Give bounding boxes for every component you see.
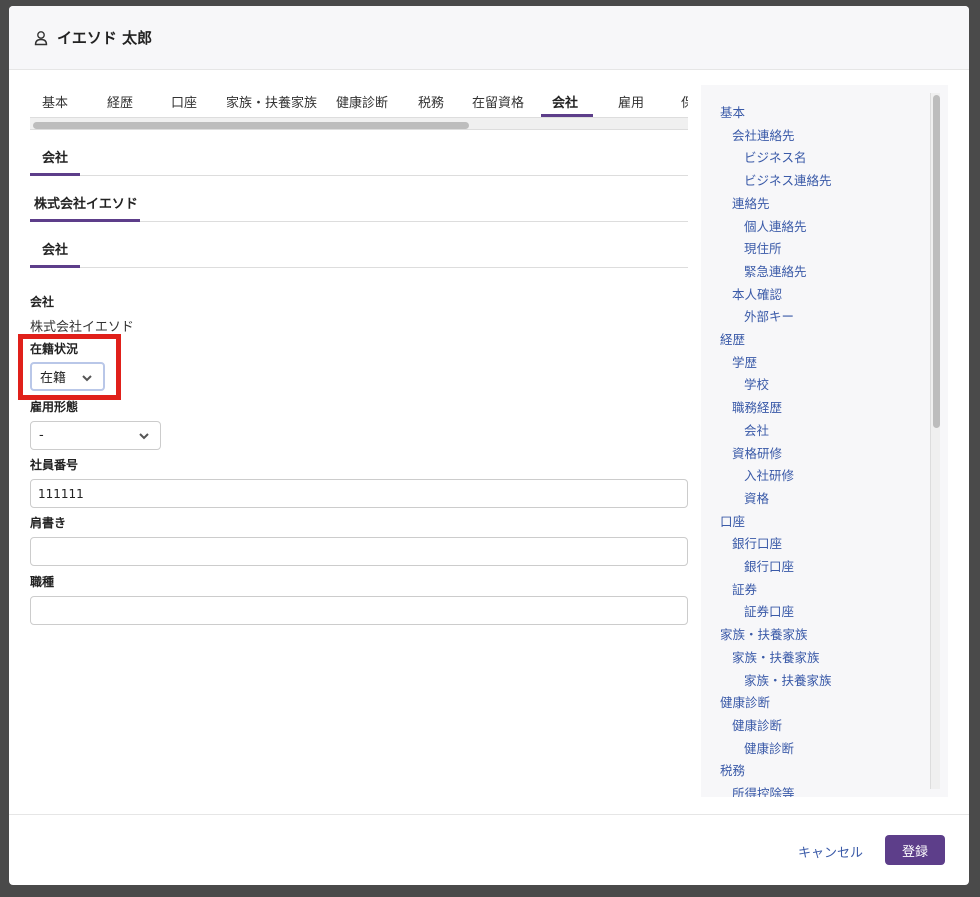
table-of-contents: 基本会社連絡先ビジネス名ビジネス連絡先連絡先個人連絡先現住所緊急連絡先本人確認外… [701, 85, 948, 797]
section-company-title: 会社 [42, 151, 69, 166]
chevron-down-icon [139, 433, 149, 440]
section-underline [30, 265, 80, 268]
tab-employment[interactable]: 雇用 [618, 92, 644, 111]
employee-number-label: 社員番号 [30, 458, 79, 472]
chevron-down-icon [82, 375, 92, 382]
employment-type-select-value: - [39, 428, 44, 443]
tab-bar: 基本 経歴 口座 家族・扶養家族 健康診断 税務 在留資格 会社 雇用 保 [30, 86, 688, 118]
toc-item[interactable]: 外部キー [744, 306, 794, 325]
job-type-input[interactable] [30, 596, 688, 625]
tab-family[interactable]: 家族・扶養家族 [226, 92, 317, 111]
form-column: 基本 経歴 口座 家族・扶養家族 健康診断 税務 在留資格 会社 雇用 保 会社… [30, 86, 688, 268]
toc-item[interactable]: 連絡先 [732, 193, 770, 212]
tab-insurance[interactable]: 保 [681, 92, 688, 111]
company-label: 会社 [30, 295, 55, 309]
toc-item[interactable]: 現住所 [744, 238, 782, 257]
toc-item[interactable]: 個人連絡先 [744, 216, 807, 235]
toc-item[interactable]: ビジネス名 [744, 147, 807, 166]
toc-item[interactable]: 会社 [744, 420, 769, 439]
section-company: 会社 [30, 130, 688, 176]
tab-scrollbar-thumb[interactable] [33, 122, 469, 129]
toc-scrollbar[interactable] [930, 93, 940, 789]
toc-item[interactable]: 学歴 [732, 352, 757, 371]
title-input[interactable] [30, 537, 688, 566]
tab-health[interactable]: 健康診断 [336, 92, 388, 111]
toc-item[interactable]: 健康診断 [744, 738, 794, 757]
toc-item[interactable]: ビジネス連絡先 [744, 170, 832, 189]
toc-item[interactable]: 口座 [720, 511, 745, 530]
active-tab-indicator [541, 114, 593, 117]
toc-item[interactable]: 学校 [744, 374, 769, 393]
tab-tax[interactable]: 税務 [418, 92, 444, 111]
tab-residence[interactable]: 在留資格 [472, 92, 524, 111]
toc-item[interactable]: 銀行口座 [744, 556, 794, 575]
title-label: 肩書き [30, 516, 67, 530]
toc-item[interactable]: 経歴 [720, 329, 745, 348]
toc-item[interactable]: 本人確認 [732, 284, 782, 303]
toc-item[interactable]: 所得控除等 [732, 783, 795, 797]
company-value: 株式会社イエソド [30, 320, 134, 335]
toc-item[interactable]: 緊急連絡先 [744, 261, 807, 280]
toc-item[interactable]: 銀行口座 [732, 533, 782, 552]
toc-scrollbar-thumb[interactable] [933, 95, 940, 428]
modal-header: イエソド 太郎 [9, 6, 969, 70]
tab-account[interactable]: 口座 [171, 92, 197, 111]
toc-item[interactable]: 健康診断 [720, 692, 770, 711]
toc-item[interactable]: 家族・扶養家族 [744, 670, 832, 689]
toc-item[interactable]: 家族・扶養家族 [720, 624, 808, 643]
toc-item[interactable]: 家族・扶養家族 [732, 647, 820, 666]
status-label: 在籍状況 [30, 342, 79, 356]
tab-company[interactable]: 会社 [552, 92, 578, 111]
section-company-name-title: 株式会社イエソド [34, 197, 138, 212]
status-select[interactable]: 在籍 [30, 362, 105, 391]
section-company-sub-title: 会社 [42, 243, 69, 258]
toc-item[interactable]: 資格 [744, 488, 769, 507]
toc-item[interactable]: 基本 [720, 102, 745, 121]
tab-scrollbar[interactable] [30, 118, 688, 130]
toc-item[interactable]: 証券 [732, 579, 757, 598]
tab-career[interactable]: 経歴 [107, 92, 133, 111]
employee-edit-modal: イエソド 太郎 基本 経歴 口座 家族・扶養家族 健康診断 税務 在留資格 会社… [9, 6, 969, 885]
section-company-name: 株式会社イエソド [30, 176, 688, 222]
section-company-sub: 会社 [30, 222, 688, 268]
toc-item[interactable]: 職務経歴 [732, 397, 782, 416]
employee-number-input[interactable]: 111111 [30, 479, 688, 508]
status-select-value: 在籍 [40, 371, 67, 386]
submit-button[interactable]: 登録 [885, 835, 945, 865]
job-type-label: 職種 [30, 575, 55, 589]
modal-title: イエソド 太郎 [57, 29, 153, 47]
tab-basic[interactable]: 基本 [42, 92, 68, 111]
employment-type-select[interactable]: - [30, 421, 161, 450]
user-icon [34, 30, 48, 45]
employment-type-label: 雇用形態 [30, 400, 79, 414]
toc-item[interactable]: 健康診断 [732, 715, 782, 734]
toc-item[interactable]: 税務 [720, 760, 745, 779]
cancel-button[interactable]: キャンセル [798, 842, 863, 861]
toc-item[interactable]: 資格研修 [732, 443, 782, 462]
toc-item[interactable]: 会社連絡先 [732, 125, 795, 144]
toc-item[interactable]: 入社研修 [744, 465, 794, 484]
toc-item[interactable]: 証券口座 [744, 601, 794, 620]
